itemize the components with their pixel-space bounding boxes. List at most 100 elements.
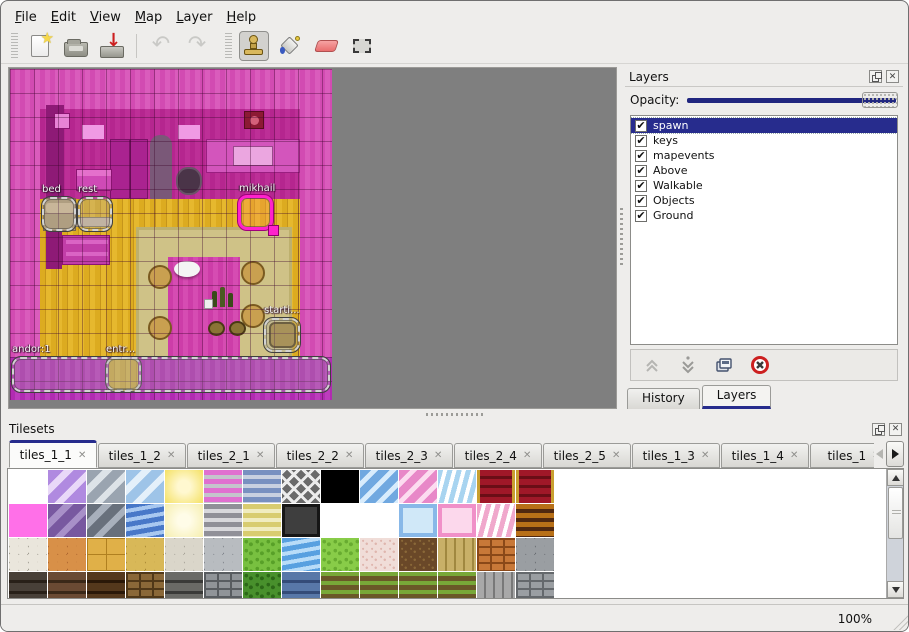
tile-3-6[interactable] <box>243 572 281 599</box>
layer-row-Ground[interactable]: ✔Ground <box>631 208 897 223</box>
tile-1-5[interactable] <box>204 504 242 537</box>
tile-3-7[interactable] <box>282 572 320 599</box>
tile-2-3[interactable] <box>126 538 164 571</box>
tileset-tab-tiles_1_2[interactable]: tiles_1_2✕ <box>98 443 186 468</box>
tile-1-4[interactable] <box>165 504 203 537</box>
tile-2-8[interactable] <box>321 538 359 571</box>
map-object-bed[interactable]: bed <box>42 197 76 231</box>
scroll-down-button[interactable] <box>887 581 904 598</box>
menu-file[interactable]: File <box>15 10 37 25</box>
tile-0-8[interactable] <box>321 470 359 503</box>
layer-row-Above[interactable]: ✔Above <box>631 163 897 178</box>
new-map-button[interactable]: ★ <box>25 31 55 61</box>
duplicate-layer-button[interactable] <box>713 354 735 376</box>
tile-1-6[interactable] <box>243 504 281 537</box>
tile-2-1[interactable] <box>48 538 86 571</box>
close-tilesets-icon[interactable]: ✕ <box>889 423 902 436</box>
undo-button[interactable]: ↶ <box>146 31 176 61</box>
tile-2-10[interactable] <box>399 538 437 571</box>
close-tab-icon[interactable]: ✕ <box>256 450 264 461</box>
tile-2-4[interactable] <box>165 538 203 571</box>
layer-visible-checkbox[interactable]: ✔ <box>635 180 647 192</box>
layer-row-Objects[interactable]: ✔Objects <box>631 193 897 208</box>
lower-layer-button[interactable] <box>677 354 699 376</box>
tile-3-10[interactable] <box>399 572 437 599</box>
tile-1-8[interactable] <box>321 504 359 537</box>
toolbar-drag-handle-2[interactable] <box>225 33 232 59</box>
tile-1-7[interactable] <box>282 504 320 537</box>
raise-layer-button[interactable] <box>641 354 663 376</box>
menu-layer[interactable]: Layer <box>176 10 212 25</box>
tile-1-10[interactable] <box>399 504 437 537</box>
tile-3-1[interactable] <box>48 572 86 599</box>
tile-1-0[interactable] <box>9 504 47 537</box>
bucket-fill-button[interactable] <box>275 31 305 61</box>
tile-3-11[interactable] <box>438 572 476 599</box>
tile-2-5[interactable] <box>204 538 242 571</box>
map-object-rest[interactable]: rest <box>78 197 112 231</box>
tile-3-5[interactable] <box>204 572 242 599</box>
map-object-andor[interactable]: andor:1 <box>12 357 330 392</box>
tile-2-11[interactable] <box>438 538 476 571</box>
close-tab-icon[interactable]: ✕ <box>790 450 798 461</box>
menu-view[interactable]: View <box>90 10 121 25</box>
open-map-button[interactable] <box>61 31 91 61</box>
tileset-tab-tiles_2_1[interactable]: tiles_2_1✕ <box>187 443 275 468</box>
tile-2-2[interactable] <box>87 538 125 571</box>
tileset-tab-tiles_1_1[interactable]: tiles_1_1✕ <box>9 440 97 468</box>
map-object-mikhail[interactable]: mikhail <box>238 195 273 230</box>
tile-0-7[interactable] <box>282 470 320 503</box>
save-map-button[interactable]: ↓ <box>97 31 127 61</box>
tile-3-3[interactable] <box>126 572 164 599</box>
tile-1-9[interactable] <box>360 504 398 537</box>
tile-0-1[interactable] <box>48 470 86 503</box>
menu-help[interactable]: Help <box>227 10 257 25</box>
tile-1-13[interactable] <box>516 504 554 537</box>
tile-1-12[interactable] <box>477 504 515 537</box>
layer-visible-checkbox[interactable]: ✔ <box>635 150 647 162</box>
tile-0-0[interactable] <box>9 470 47 503</box>
tileset-tab-tiles_2_3[interactable]: tiles_2_3✕ <box>365 443 453 468</box>
tile-3-0[interactable] <box>9 572 47 599</box>
tile-0-11[interactable] <box>438 470 476 503</box>
resize-handle[interactable] <box>268 225 279 236</box>
close-tab-icon[interactable]: ✕ <box>612 450 620 461</box>
close-tab-icon[interactable]: ✕ <box>78 450 86 461</box>
redo-button[interactable]: ↷ <box>182 31 212 61</box>
tile-2-6[interactable] <box>243 538 281 571</box>
dock-tab-layers[interactable]: Layers <box>702 385 772 409</box>
rect-select-button[interactable] <box>347 31 377 61</box>
layer-row-keys[interactable]: ✔keys <box>631 133 897 148</box>
tile-0-9[interactable] <box>360 470 398 503</box>
opacity-slider-handle[interactable] <box>862 92 898 108</box>
tile-0-5[interactable] <box>204 470 242 503</box>
scroll-tabs-right-button[interactable] <box>886 441 904 467</box>
tile-0-6[interactable] <box>243 470 281 503</box>
tileset-tab-tiles_2_5[interactable]: tiles_2_5✕ <box>543 443 631 468</box>
close-tab-icon[interactable]: ✕ <box>701 450 709 461</box>
opacity-slider[interactable] <box>687 92 898 108</box>
layer-visible-checkbox[interactable]: ✔ <box>635 165 647 177</box>
tile-0-13[interactable] <box>516 470 554 503</box>
dock-tab-history[interactable]: History <box>627 388 700 409</box>
layer-row-Walkable[interactable]: ✔Walkable <box>631 178 897 193</box>
tile-2-0[interactable] <box>9 538 47 571</box>
tileset-tab-tiles_1_4[interactable]: tiles_1_4✕ <box>721 443 809 468</box>
toolbar-drag-handle[interactable] <box>11 33 18 59</box>
tile-2-9[interactable] <box>360 538 398 571</box>
delete-layer-button[interactable] <box>749 354 771 376</box>
tile-1-11[interactable] <box>438 504 476 537</box>
tileset-tab-tiles_1_3[interactable]: tiles_1_3✕ <box>632 443 720 468</box>
stamp-brush-button[interactable] <box>239 31 269 61</box>
menu-map[interactable]: Map <box>135 10 162 25</box>
tileset-scrollbar[interactable] <box>886 469 903 598</box>
tile-1-1[interactable] <box>48 504 86 537</box>
tile-0-4[interactable] <box>165 470 203 503</box>
tileset-tab-tiles_2_2[interactable]: tiles_2_2✕ <box>276 443 364 468</box>
tile-0-3[interactable] <box>126 470 164 503</box>
horizontal-splitter[interactable] <box>1 409 909 419</box>
eraser-button[interactable] <box>311 31 341 61</box>
tile-1-2[interactable] <box>87 504 125 537</box>
close-tab-icon[interactable]: ✕ <box>167 450 175 461</box>
float-panel-icon[interactable] <box>869 70 882 83</box>
